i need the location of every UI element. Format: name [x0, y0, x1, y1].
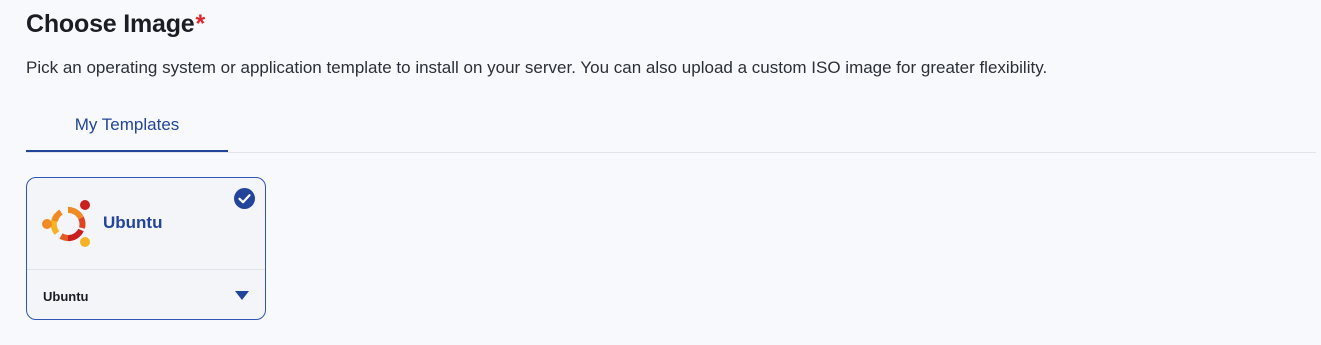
section-description: Pick an operating system or application …: [26, 58, 1048, 77]
version-select[interactable]: Ubuntu: [27, 270, 265, 320]
version-select-value: Ubuntu: [43, 289, 89, 304]
tab-my-templates[interactable]: My Templates: [26, 104, 228, 152]
required-marker: *: [195, 10, 206, 38]
ubuntu-logo-icon: [42, 200, 90, 247]
template-name: Ubuntu: [103, 213, 163, 232]
tab-label: My Templates: [74, 114, 180, 134]
page-title: Choose Image: [26, 10, 195, 38]
template-card-header: Ubuntu: [27, 178, 265, 270]
selected-check-icon: [234, 188, 255, 209]
template-tabs: My Templates: [26, 104, 1316, 153]
title-row: Choose Image *: [26, 10, 205, 42]
template-card-ubuntu[interactable]: Ubuntu Ubuntu: [26, 177, 266, 320]
caret-down-icon: [235, 291, 249, 300]
